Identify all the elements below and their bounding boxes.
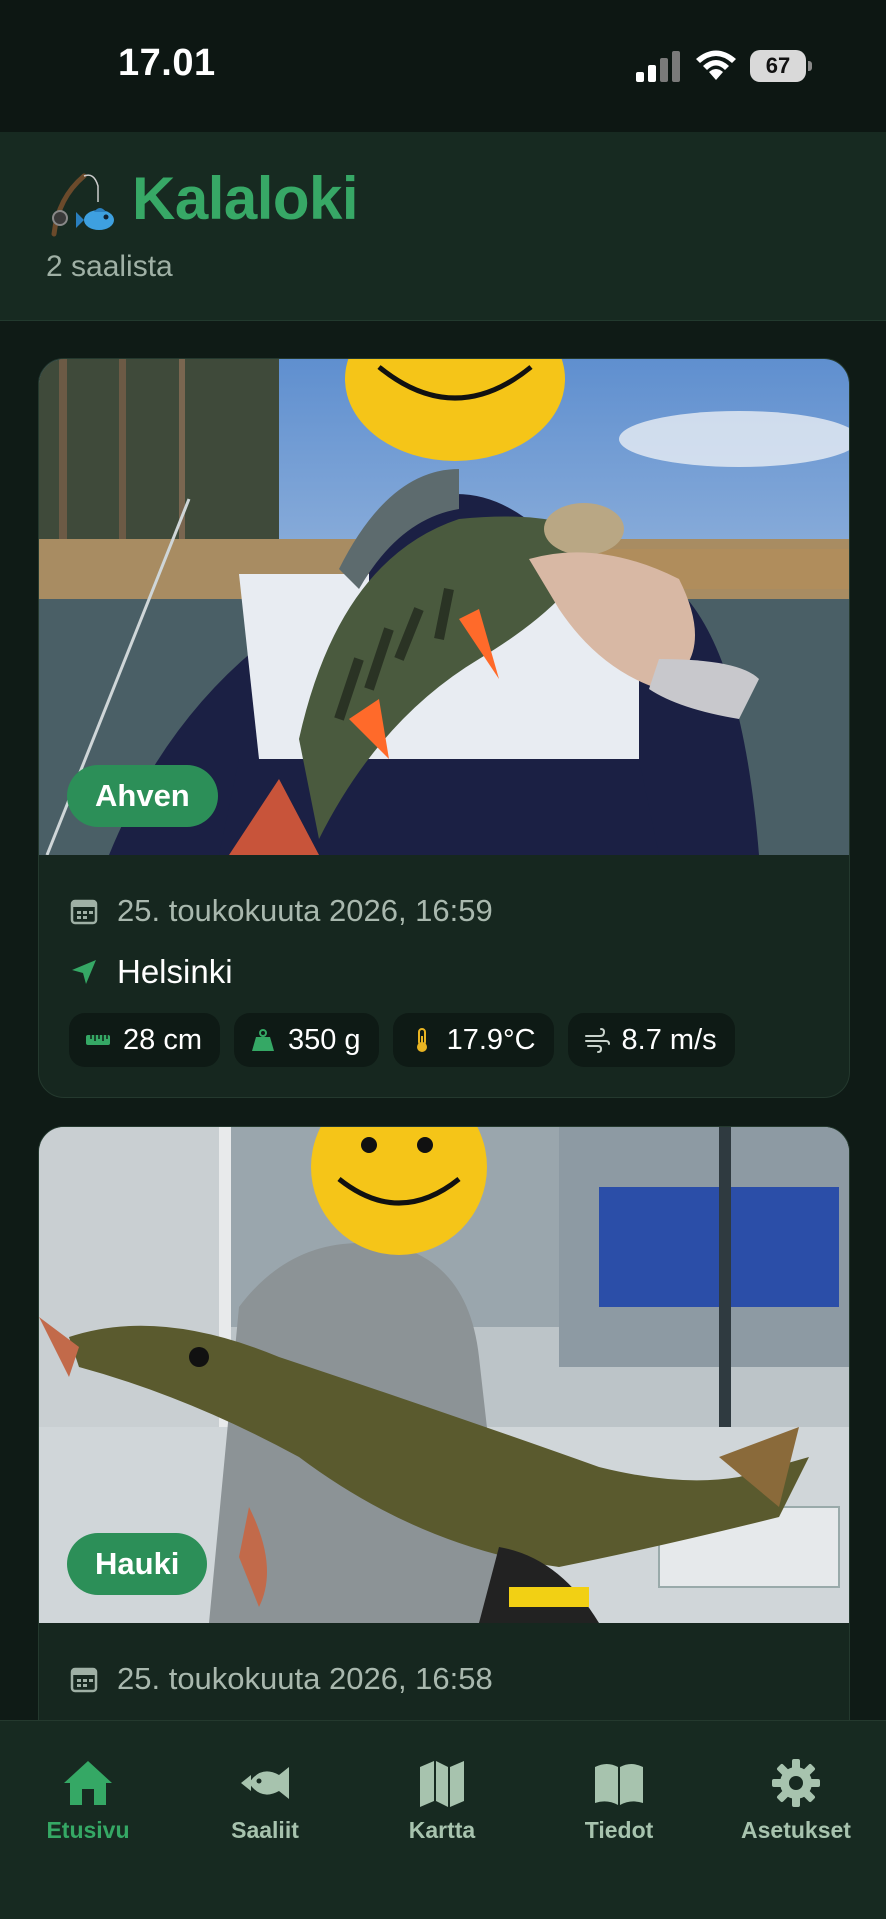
catch-location-row: Helsinki <box>69 953 233 991</box>
location-arrow-icon <box>72 960 96 984</box>
cellular-signal-icon <box>636 51 680 82</box>
wind-value: 8.7 m/s <box>621 1023 717 1056</box>
catch-location: Helsinki <box>117 953 233 990</box>
wind-chip: 8.7 m/s <box>567 1013 735 1067</box>
weight-chip: 350 g <box>233 1013 379 1067</box>
length-value: 28 cm <box>123 1023 202 1056</box>
nav-item-etusivu[interactable]: Etusivu <box>8 1757 168 1844</box>
book-icon <box>595 1764 643 1805</box>
weight-value: 350 g <box>287 1023 361 1056</box>
thermometer-icon <box>416 1028 427 1052</box>
catch-date: 25. toukokuuta 2026, 16:58 <box>117 1661 493 1696</box>
map-icon <box>420 1761 464 1807</box>
temperature-chip: 17.9°C <box>392 1013 554 1067</box>
weight-icon <box>251 1029 274 1051</box>
length-chip: 28 cm <box>69 1013 220 1067</box>
nav-label: Saaliit <box>231 1817 299 1843</box>
nav-label: Etusivu <box>46 1817 130 1843</box>
nav-item-asetukset[interactable]: Asetukset <box>716 1757 876 1844</box>
nav-item-kartta[interactable]: Kartta <box>362 1757 522 1844</box>
catch-count: 2 saalista <box>46 250 173 283</box>
catch-date-row: 25. toukokuuta 2026, 16:58 <box>69 1661 493 1697</box>
nav-item-tiedot[interactable]: Tiedot <box>539 1757 699 1844</box>
nav-item-saaliit[interactable]: Saaliit <box>185 1757 345 1844</box>
nav-label: Kartta <box>408 1817 476 1843</box>
catch-card[interactable]: Ahven 25. toukokuuta 2026, 16:59 Helsink… <box>38 358 850 1098</box>
ruler-icon <box>86 1035 110 1045</box>
battery-level: 67 <box>765 53 791 78</box>
catch-photo: Hauki <box>39 1127 849 1623</box>
calendar-icon <box>70 899 98 925</box>
home-icon <box>64 1761 112 1805</box>
app-header: Kalaloki 2 saalista <box>0 132 886 321</box>
temperature-value: 17.9°C <box>446 1023 536 1056</box>
catch-card[interactable]: Hauki 25. toukokuuta 2026, 16:58 <box>38 1126 850 1788</box>
page-title: Kalaloki <box>132 165 359 232</box>
fish-icon <box>241 1767 289 1799</box>
bottom-navigation: Etusivu Saaliit Kartta Tiedot Asetukset <box>0 1720 886 1919</box>
status-time: 17.01 <box>118 42 216 84</box>
fishing-icon <box>51 173 114 237</box>
species-badge: Hauki <box>67 1533 208 1595</box>
status-bar: 17.01 67 <box>0 0 886 132</box>
calendar-icon <box>70 1667 98 1693</box>
wifi-icon <box>696 50 736 80</box>
catch-photo: Ahven <box>39 359 849 855</box>
wind-icon <box>584 1028 610 1053</box>
catch-date: 25. toukokuuta 2026, 16:59 <box>117 893 493 928</box>
catch-date-row: 25. toukokuuta 2026, 16:59 <box>69 893 493 929</box>
gear-icon <box>772 1759 820 1807</box>
species-badge: Ahven <box>67 765 218 827</box>
battery-icon: 67 <box>750 50 812 82</box>
catch-stats: 28 cm 350 g 17.9°C 8.7 m/s <box>69 1013 735 1067</box>
nav-label: Tiedot <box>584 1817 654 1843</box>
nav-label: Asetukset <box>741 1817 851 1843</box>
